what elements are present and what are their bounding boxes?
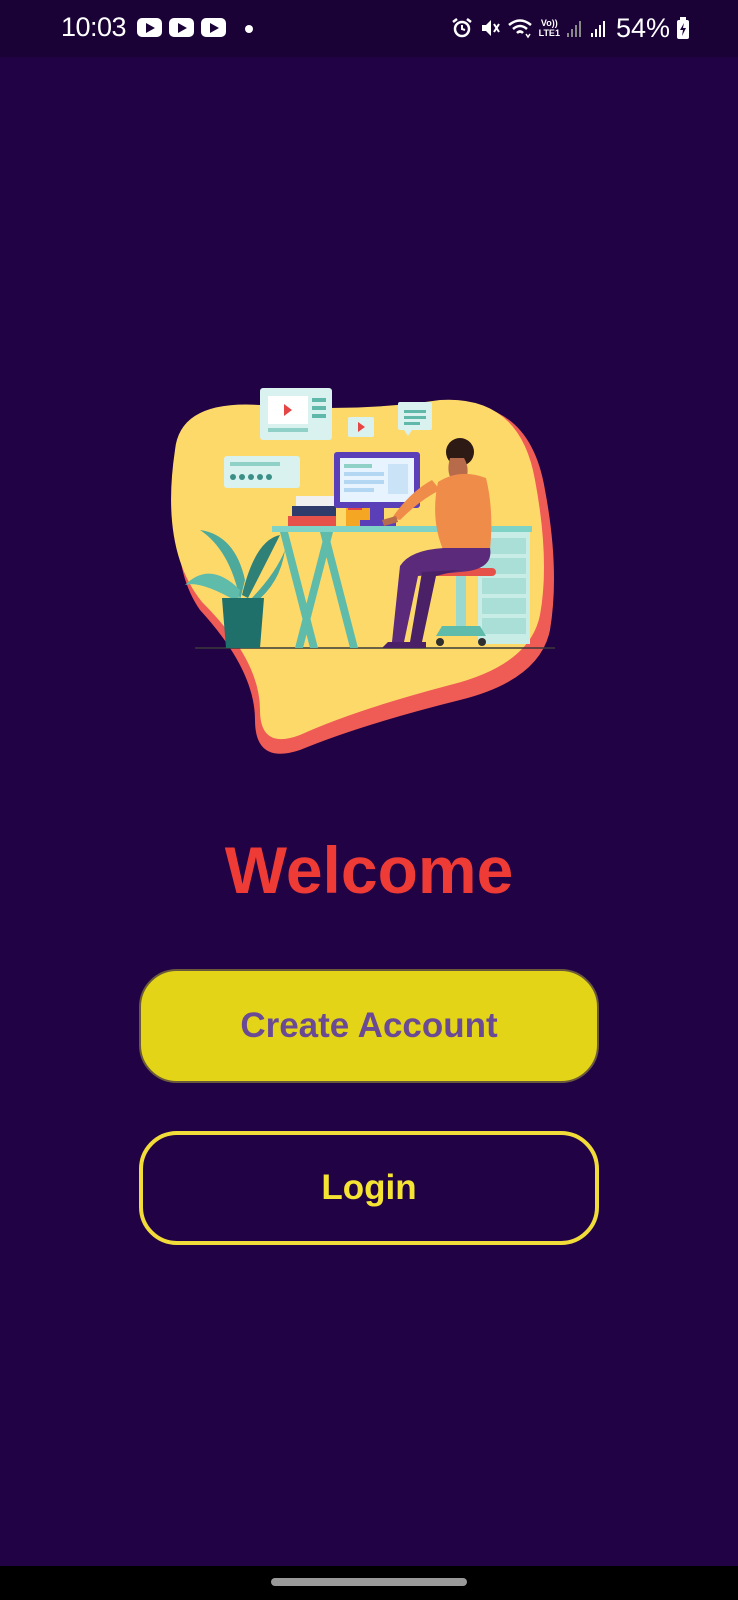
welcome-title: Welcome <box>224 833 514 907</box>
signal-icon <box>590 21 605 37</box>
create-account-label: Create Account <box>240 1006 498 1045</box>
login-button[interactable]: Login <box>139 1131 599 1245</box>
youtube-icon <box>169 18 194 37</box>
mute-icon <box>481 20 500 36</box>
youtube-icon <box>137 18 162 37</box>
person-at-desk-illustration <box>171 388 555 754</box>
navigation-bar <box>0 1566 738 1600</box>
alarm-icon <box>451 18 472 38</box>
battery-percentage: 54% <box>615 12 670 43</box>
youtube-icon <box>201 18 226 37</box>
login-label: Login <box>321 1168 417 1207</box>
battery-charging-icon <box>677 17 689 39</box>
welcome-screen: 10:03 Vo)) LTE1 54% Welcome Create Accou… <box>0 0 738 1600</box>
wifi-icon <box>507 19 532 39</box>
dot-icon <box>245 25 253 33</box>
system-status: Vo)) LTE1 54% <box>451 11 690 45</box>
volte-label: Vo)) <box>540 18 558 28</box>
status-bar: 10:03 Vo)) LTE1 54% <box>0 0 738 57</box>
volte-lte-icon: Vo)) LTE1 <box>539 18 560 38</box>
signal-icon <box>566 21 581 37</box>
home-gesture-handle[interactable] <box>271 1578 467 1586</box>
status-time: 10:03 <box>61 12 127 42</box>
lte-label: LTE1 <box>538 28 560 38</box>
create-account-button[interactable]: Create Account <box>139 969 599 1083</box>
